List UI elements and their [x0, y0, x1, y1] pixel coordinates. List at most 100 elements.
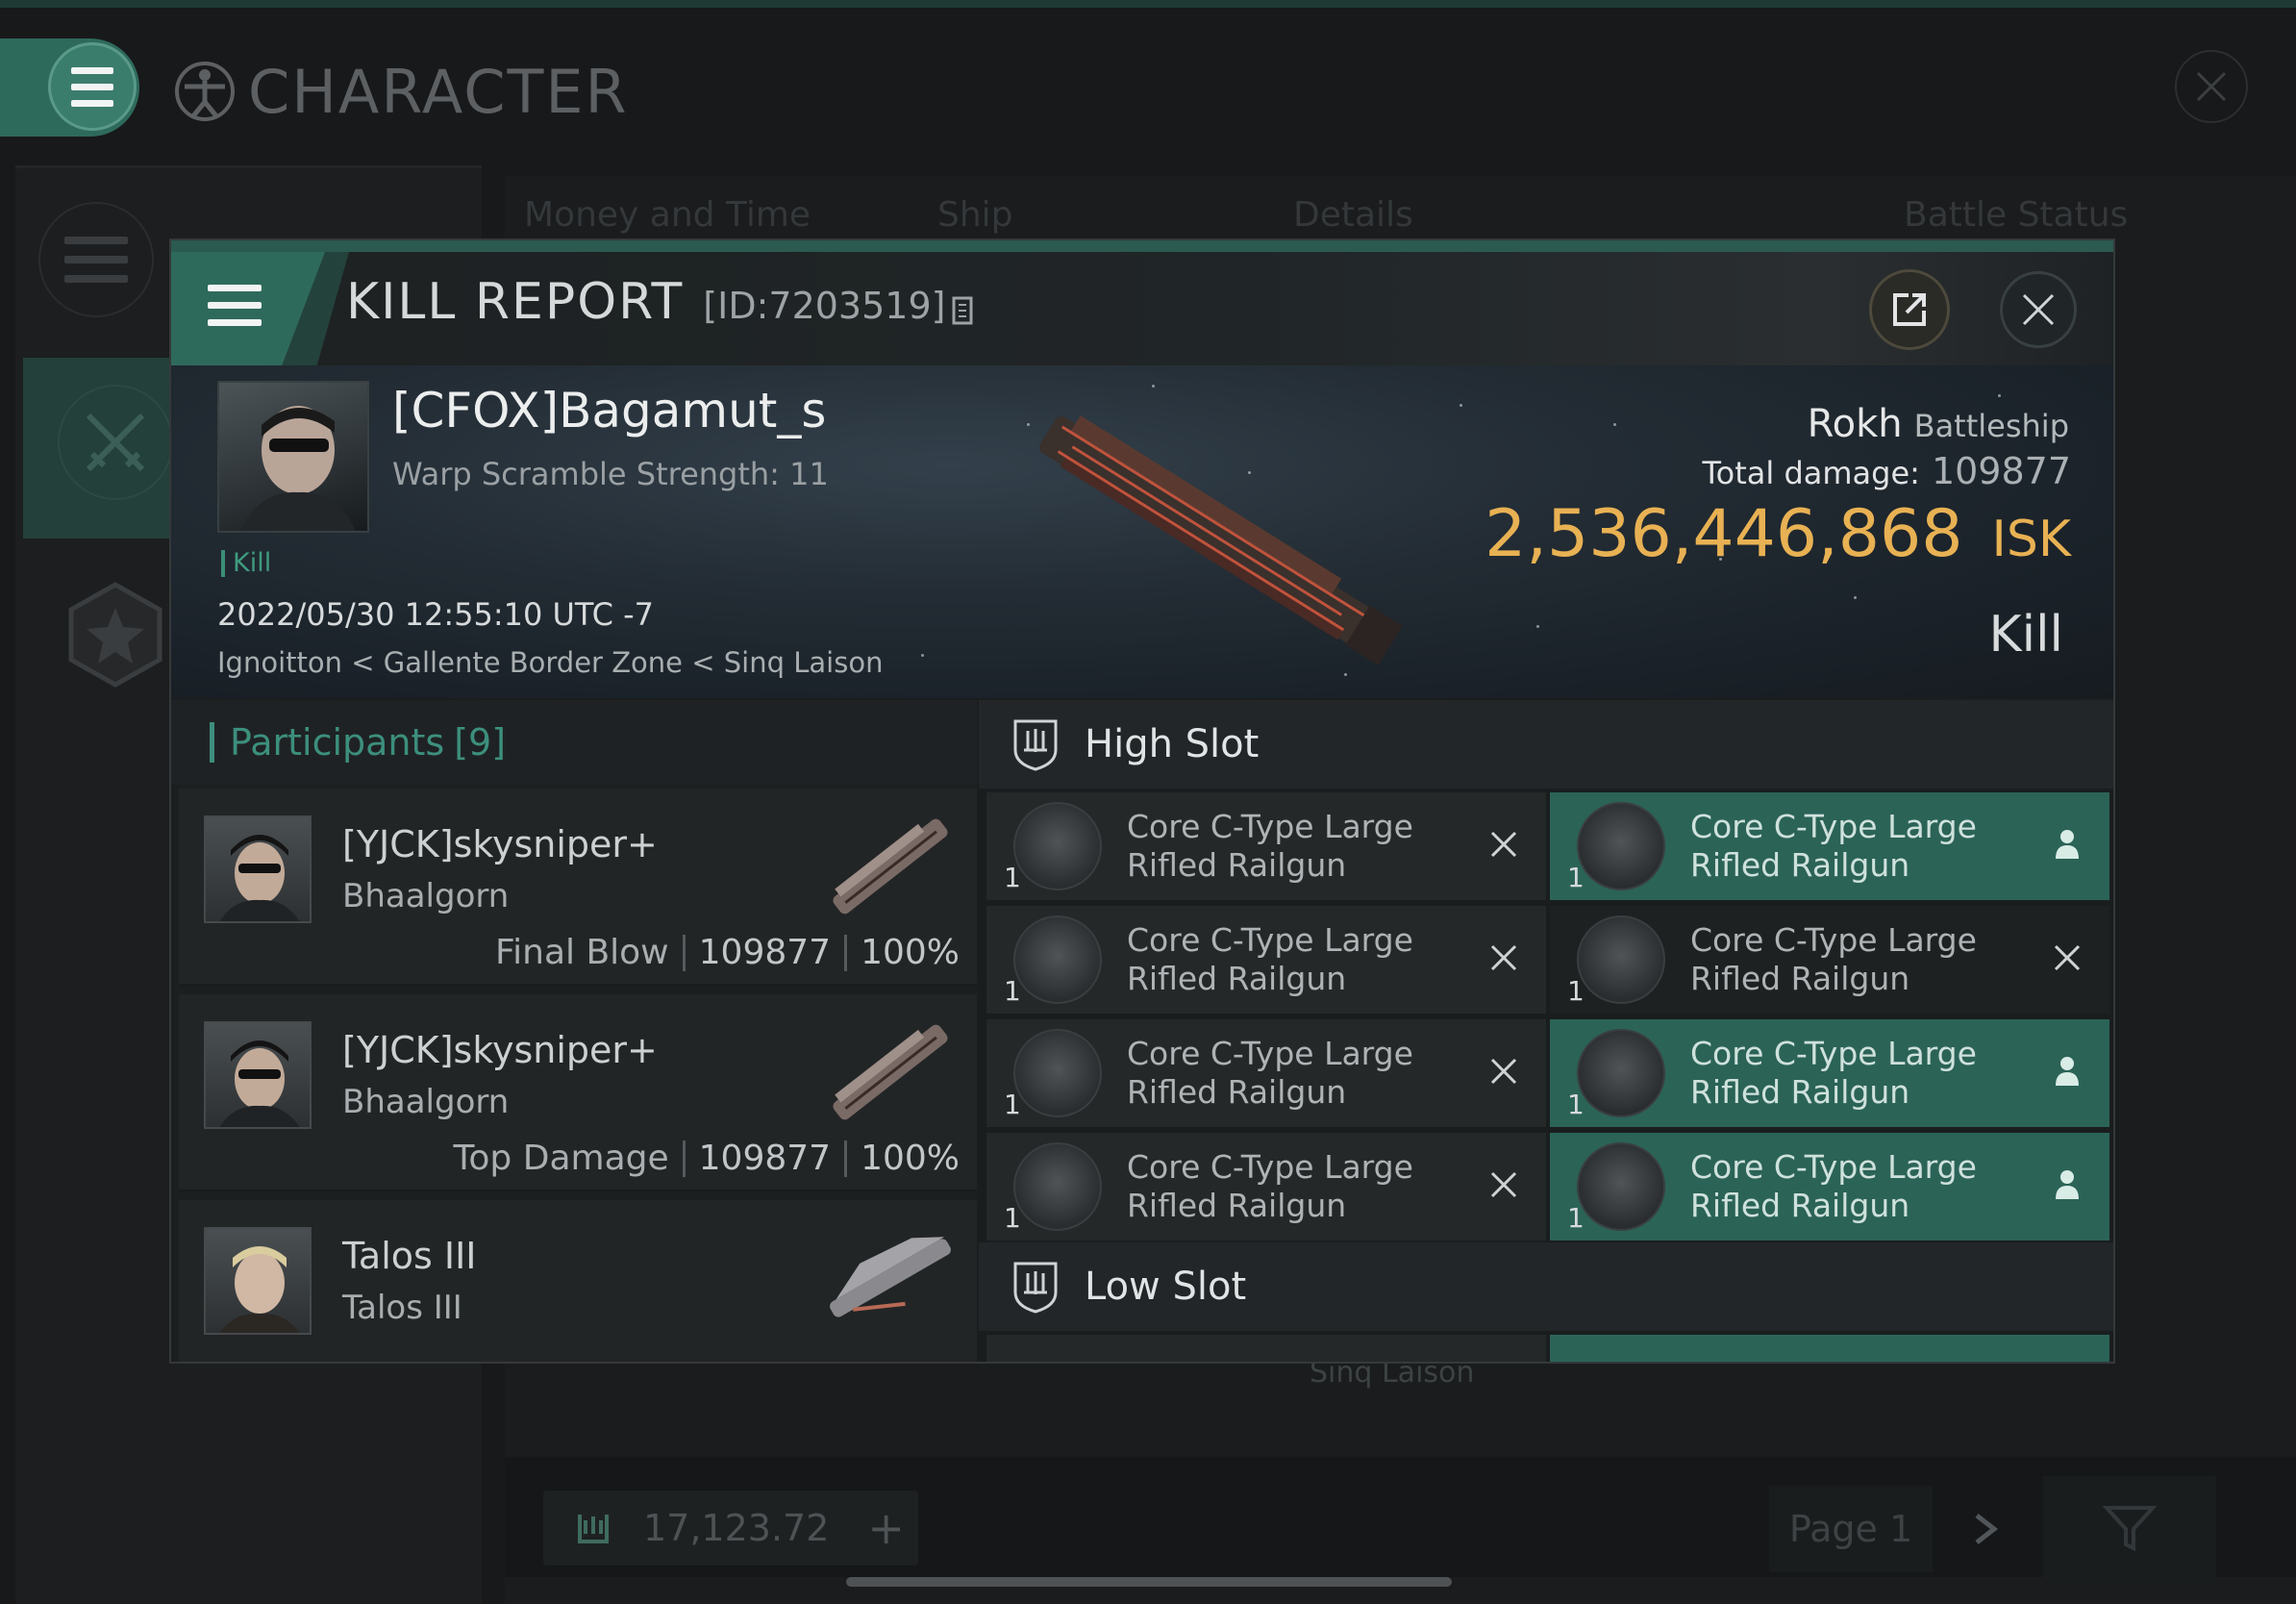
kill-timestamp: 2022/05/30 12:55:10 UTC -7 — [217, 596, 655, 633]
horizontal-scrollbar[interactable] — [846, 1577, 1452, 1587]
participant-stats: Top Damage 109877 100% — [454, 1139, 960, 1178]
module-quantity: 1 — [1004, 862, 1021, 893]
next-page-button[interactable] — [1966, 1505, 2005, 1553]
participants-header: Participants [9] — [171, 700, 977, 785]
module-name-line1: Core C-Type Large — [1127, 1035, 1413, 1072]
fitting-slots-panel: High Slot 1 Core C-Type Large Rifled Rail… — [979, 700, 2113, 1362]
participant-row[interactable]: [YJCK]skysniper+ Bhaalgorn Top Damage 10… — [179, 994, 977, 1192]
high-slot-label: High Slot — [1085, 722, 1260, 766]
tab-details[interactable]: Details — [1293, 195, 1413, 235]
railgun-icon — [1577, 1142, 1665, 1231]
main-menu-button[interactable] — [48, 42, 137, 131]
divider — [844, 1140, 848, 1177]
kill-result: Kill — [1988, 606, 2063, 664]
railgun-icon — [1013, 915, 1102, 1004]
add-balance-button[interactable]: + — [867, 1502, 905, 1554]
close-window-button[interactable] — [2175, 50, 2248, 123]
page-indicator: Page 1 — [1769, 1486, 1933, 1572]
filter-button[interactable] — [2043, 1476, 2216, 1582]
module-name-line1: Core C-Type Large — [1127, 921, 1413, 959]
participant-ship: Talos III — [342, 1289, 462, 1327]
combat-tab-button[interactable] — [58, 385, 173, 500]
module-name: Core C-Type Large Rifled Railgun — [1127, 921, 1473, 998]
module-item[interactable]: 1 Core C-Type Large Rifled Railgun — [1550, 1019, 2109, 1127]
kill-tag: Kill — [221, 550, 271, 577]
close-icon — [2196, 71, 2227, 102]
module-name-line2: Rifled Railgun — [1127, 1073, 1347, 1111]
module-item-partial[interactable] — [986, 1335, 1546, 1362]
tab-battle-status[interactable]: Battle Status — [1904, 195, 2128, 235]
close-dialog-button[interactable] — [2000, 271, 2077, 348]
module-quantity: 1 — [1567, 862, 1585, 893]
participant-row[interactable]: Talos III Talos III — [179, 1200, 977, 1362]
participant-row[interactable]: [YJCK]skysniper+ Bhaalgorn Final Blow 10… — [179, 789, 977, 987]
isk-unit: ISK — [1991, 511, 2071, 568]
module-name-line2: Rifled Railgun — [1690, 846, 1910, 884]
kill-report-title: KILL REPORT — [346, 273, 685, 331]
dropped-person-icon — [2048, 1165, 2086, 1204]
divider — [682, 1140, 686, 1177]
module-quantity: 1 — [1567, 1089, 1585, 1120]
dialog-accent-line — [171, 240, 2113, 252]
module-name: Core C-Type Large Rifled Railgun — [1690, 808, 2036, 885]
tab-money-and-time[interactable]: Money and Time — [524, 195, 811, 235]
module-item[interactable]: 1 Core C-Type Large Rifled Railgun — [986, 1019, 1546, 1127]
module-name: Core C-Type Large Rifled Railgun — [1690, 1148, 2036, 1225]
side-menu-button[interactable] — [38, 202, 154, 317]
high-slot-header: High Slot — [979, 700, 2113, 789]
victim-name[interactable]: [CFOX]Bagamut_s — [392, 383, 826, 439]
module-item[interactable]: 1 Core C-Type Large Rifled Railgun — [986, 1133, 1546, 1241]
module-item[interactable]: 1 Core C-Type Large Rifled Railgun — [1550, 1133, 2109, 1241]
railgun-icon — [1013, 1029, 1102, 1117]
module-quantity: 1 — [1567, 1202, 1585, 1234]
tab-ship[interactable]: Ship — [937, 195, 1013, 235]
external-link-icon — [1893, 293, 1926, 326]
isk-balance[interactable]: 17,123.72 + — [543, 1491, 918, 1566]
kill-location[interactable]: Ignoitton < Gallente Border Zone < Sinq … — [217, 646, 883, 679]
ship-type[interactable]: Rokh Battleship — [1808, 402, 2069, 446]
participants-count: [9] — [454, 721, 507, 764]
participant-ship: Bhaalgorn — [342, 1083, 510, 1121]
destroyed-icon — [1485, 1165, 1523, 1204]
balance-value: 17,123.72 — [643, 1507, 830, 1549]
divider — [682, 934, 686, 971]
module-name-line1: Core C-Type Large — [1127, 808, 1413, 845]
module-name-line2: Rifled Railgun — [1127, 846, 1347, 884]
destroyed-icon — [2048, 939, 2086, 977]
railgun-icon — [1013, 1142, 1102, 1231]
dropped-person-icon — [2048, 1052, 2086, 1090]
hamburger-icon — [71, 66, 113, 107]
module-item[interactable]: 1 Core C-Type Large Rifled Railgun — [986, 906, 1546, 1014]
module-item[interactable]: 1 Core C-Type Large Rifled Railgun — [986, 792, 1546, 900]
module-item-partial[interactable] — [1550, 1335, 2109, 1362]
pilot-portrait-image — [239, 406, 357, 531]
copy-icon[interactable] — [951, 295, 978, 328]
participants-panel: Participants [9] [YJCK]skysniper+ Bhaalg… — [171, 700, 977, 1362]
total-damage: Total damage: 109877 — [1703, 450, 2071, 492]
total-damage-value: 109877 — [1931, 450, 2071, 492]
module-item[interactable]: 1 Core C-Type Large Rifled Railgun — [1550, 792, 2109, 900]
module-item[interactable]: 1 Core C-Type Large Rifled Railgun — [1550, 906, 2109, 1014]
participant-percent: 100% — [861, 933, 960, 972]
participant-role: Top Damage — [453, 1139, 669, 1178]
ship-name: Rokh — [1807, 402, 1903, 446]
dialog-bottom-border — [171, 1362, 2115, 1364]
header-bar — [210, 722, 214, 763]
participant-name: Talos III — [342, 1235, 477, 1277]
participant-name: [YJCK]skysniper+ — [342, 1029, 658, 1071]
star-tab-button[interactable] — [58, 577, 173, 692]
module-name-line2: Rifled Railgun — [1690, 960, 1910, 997]
participant-portrait — [204, 815, 312, 923]
victim-portrait[interactable] — [217, 381, 369, 533]
isk-amount: 2,536,446,868 — [1485, 496, 1963, 572]
module-quantity: 1 — [1567, 975, 1585, 1007]
destroyed-icon — [1485, 939, 1523, 977]
module-name-line1: Core C-Type Large — [1127, 1148, 1413, 1186]
warp-scramble-strength: Warp Scramble Strength: 11 — [392, 456, 829, 492]
total-damage-label: Total damage: — [1702, 455, 1920, 491]
participant-stats: Final Blow 109877 100% — [495, 933, 960, 972]
high-slot-icon — [1013, 719, 1058, 771]
dialog-title: KILL REPORT [ID:7203519] — [346, 273, 978, 350]
share-button[interactable] — [1869, 269, 1950, 350]
participant-percent: 100% — [861, 1139, 960, 1178]
